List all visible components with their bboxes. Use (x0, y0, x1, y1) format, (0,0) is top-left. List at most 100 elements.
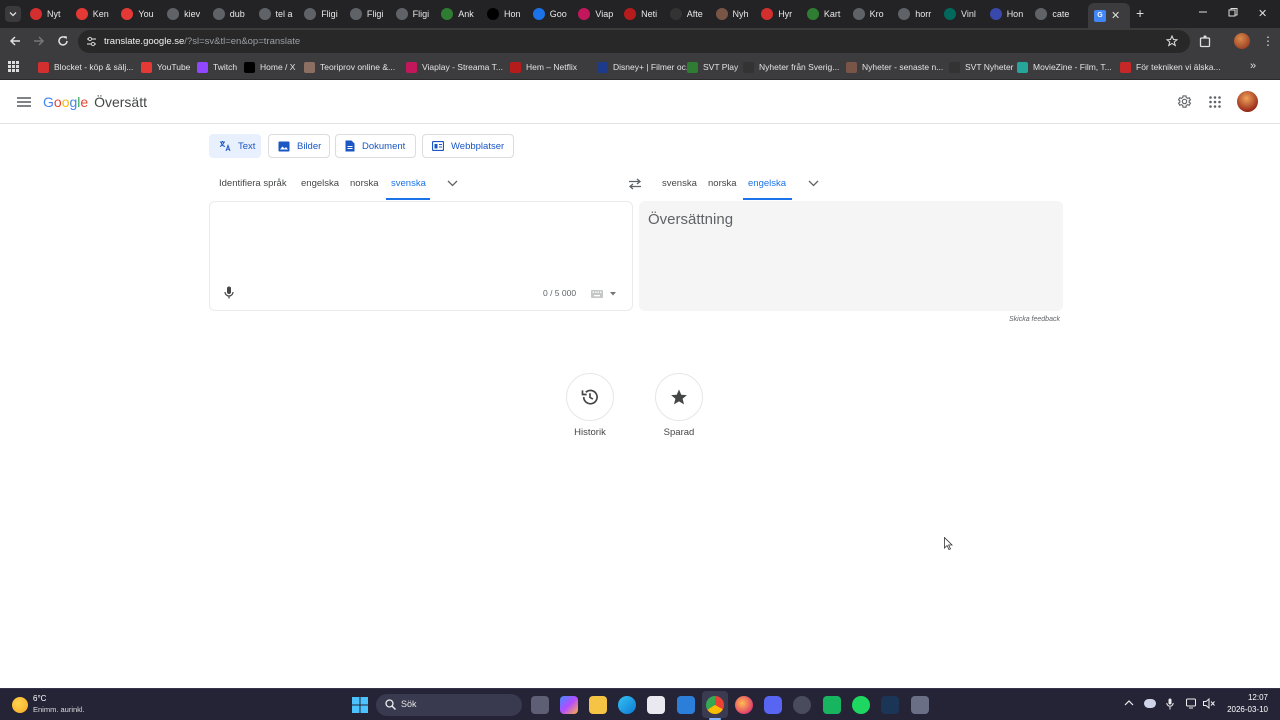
profile-avatar[interactable] (1234, 33, 1250, 49)
reload-button[interactable] (57, 35, 69, 47)
onedrive-icon[interactable] (1144, 699, 1156, 708)
mail-icon[interactable] (677, 696, 695, 714)
target-lang-swedish[interactable]: svenska (662, 178, 697, 189)
browser-tab[interactable]: cate (1035, 4, 1073, 24)
browser-tab[interactable]: Fligi (304, 4, 342, 24)
browser-tab[interactable]: Ank (441, 4, 479, 24)
steam-icon[interactable] (881, 696, 899, 714)
bookmark-item[interactable]: YouTube (141, 60, 190, 74)
source-text-input[interactable] (220, 210, 620, 280)
bookmark-star-icon[interactable] (1166, 35, 1178, 47)
microphone-tray-icon[interactable] (1166, 698, 1174, 710)
copilot-icon[interactable] (560, 696, 578, 714)
windows-start-icon[interactable] (352, 697, 368, 713)
task-view-icon[interactable] (531, 696, 549, 714)
send-feedback-link[interactable]: Skicka feedback (1009, 316, 1060, 323)
bookmark-item[interactable]: Viaplay - Streama T... (406, 60, 503, 74)
browser-tab[interactable]: You (121, 4, 159, 24)
browser-tab[interactable]: Afte (669, 4, 708, 24)
mode-documents-button[interactable]: Dokument (335, 134, 416, 158)
bookmark-item[interactable]: Blocket - köp & sälj... (38, 60, 133, 74)
tab-search-icon[interactable] (5, 6, 21, 22)
forward-button[interactable] (33, 35, 45, 47)
mode-text-button[interactable]: Text (209, 134, 261, 158)
account-avatar[interactable] (1237, 91, 1258, 112)
browser-tab[interactable]: tel a (258, 4, 297, 24)
browser-tab[interactable]: Kart (806, 4, 845, 24)
keyboard-dropdown-icon[interactable] (610, 292, 616, 296)
browser-tab[interactable]: Nyh (715, 4, 754, 24)
bookmark-item[interactable]: För tekniken vi älska... (1120, 60, 1221, 74)
apps-grid-icon[interactable] (8, 61, 19, 72)
browser-tab[interactable]: Vinl (944, 4, 982, 24)
firefox-icon[interactable] (735, 696, 753, 714)
bookmark-item[interactable]: SVT Play (687, 60, 738, 74)
mode-images-button[interactable]: Bilder (268, 134, 330, 158)
app-building-icon[interactable] (911, 696, 929, 714)
minimize-window-button[interactable] (1198, 6, 1208, 16)
bookmark-item[interactable]: Home / X (244, 60, 295, 74)
source-lang-norwegian[interactable]: norska (350, 178, 379, 189)
source-lang-detect[interactable]: Identifiera språk (219, 178, 287, 189)
saved-button[interactable] (655, 373, 703, 421)
bookmark-item[interactable]: SVT Nyheter (949, 60, 1014, 74)
tab-google-translate[interactable]: G ✕ (1088, 3, 1130, 28)
tab-close-icon[interactable]: ✕ (1111, 9, 1120, 22)
browser-tab[interactable]: Hyr (761, 4, 799, 24)
browser-tab[interactable]: Kro (852, 4, 891, 24)
source-lang-swedish[interactable]: svenska (391, 178, 426, 189)
site-info-icon[interactable] (86, 36, 97, 47)
back-button[interactable] (9, 35, 21, 47)
close-window-button[interactable]: ✕ (1258, 7, 1267, 20)
source-lang-more-chevron-icon[interactable] (447, 180, 458, 187)
browser-tab[interactable]: Ken (75, 4, 114, 24)
main-menu-icon[interactable] (17, 97, 31, 107)
edge-browser-icon[interactable] (618, 696, 636, 714)
target-lang-more-chevron-icon[interactable] (808, 180, 819, 187)
steam-alt-icon[interactable] (793, 696, 811, 714)
browser-tab[interactable]: Fligi (395, 4, 434, 24)
history-button[interactable] (566, 373, 614, 421)
microphone-icon[interactable] (224, 286, 234, 299)
restore-window-button[interactable] (1228, 8, 1238, 18)
swap-languages-icon[interactable] (628, 178, 642, 190)
browser-tab[interactable]: horr (898, 4, 936, 24)
bookmark-item[interactable]: MovieZine - Film, T... (1017, 60, 1112, 74)
network-icon[interactable] (1186, 698, 1198, 709)
bookmark-item[interactable]: Nyheter - senaste n... (846, 60, 943, 74)
browser-tab[interactable]: Fligi (349, 4, 388, 24)
settings-gear-icon[interactable] (1177, 94, 1192, 109)
browser-tab[interactable]: Hon (989, 4, 1028, 24)
bookmark-item[interactable]: Teoriprov online &... (304, 60, 395, 74)
target-lang-english[interactable]: engelska (748, 178, 786, 189)
address-bar[interactable]: translate.google.se/?sl=sv&tl=en&op=tran… (78, 30, 1190, 53)
browser-tab[interactable]: Viap (578, 4, 616, 24)
browser-tab[interactable]: Neti (624, 4, 662, 24)
spotify-icon[interactable] (852, 696, 870, 714)
more-bookmarks-icon[interactable]: » (1250, 60, 1256, 72)
extensions-icon[interactable] (1199, 35, 1212, 48)
app-green-icon[interactable] (823, 696, 841, 714)
google-apps-icon[interactable] (1209, 96, 1221, 108)
bookmark-item[interactable]: Disney+ | Filmer oc... (597, 60, 693, 74)
browser-tab[interactable]: Nyt (30, 4, 68, 24)
browser-tab[interactable]: kiev (167, 4, 205, 24)
keyboard-icon[interactable] (591, 290, 603, 298)
google-translate-logo[interactable]: Google Översätt (43, 94, 147, 110)
weather-widget[interactable]: 6°C Enimm. aurinkl. (12, 694, 92, 716)
clock-date[interactable]: 2026-03-10 (1218, 705, 1268, 714)
bookmark-item[interactable]: Nyheter från Sverig... (743, 60, 839, 74)
browser-tab[interactable]: dub (212, 4, 251, 24)
browser-menu-icon[interactable]: ⋮ (1262, 34, 1274, 48)
browser-tab[interactable]: Goo (532, 4, 571, 24)
volume-muted-icon[interactable] (1203, 698, 1215, 709)
taskbar-search-box[interactable]: Sök (376, 694, 522, 716)
chrome-icon[interactable] (706, 696, 724, 714)
new-tab-button[interactable]: + (1136, 5, 1144, 21)
mode-websites-button[interactable]: Webbplatser (422, 134, 514, 158)
system-tray-chevron-icon[interactable] (1124, 700, 1134, 706)
source-lang-english[interactable]: engelska (301, 178, 339, 189)
file-explorer-icon[interactable] (589, 696, 607, 714)
bookmark-item[interactable]: Hem – Netflix (510, 60, 577, 74)
discord-icon[interactable] (764, 696, 782, 714)
